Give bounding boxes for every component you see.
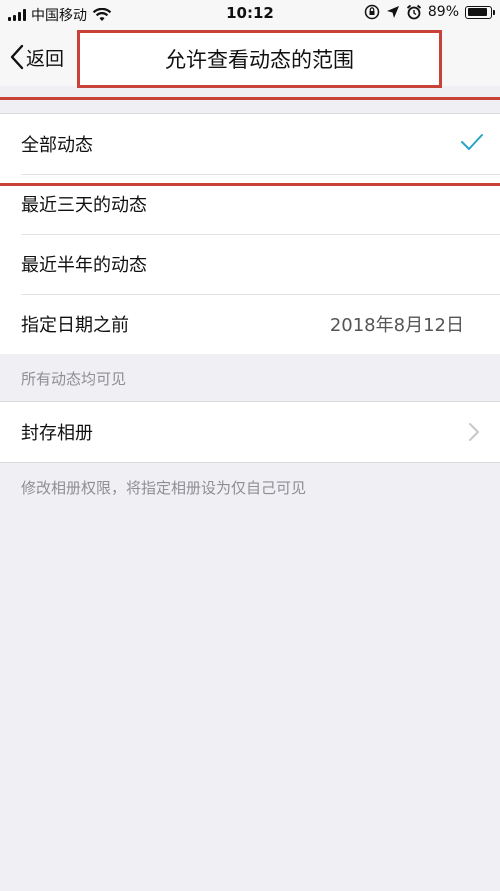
alarm-icon	[406, 4, 421, 20]
checkmark-icon	[461, 134, 483, 150]
title-highlight-box: 允许查看动态的范围	[77, 30, 442, 88]
status-right: 89%	[364, 4, 495, 20]
archive-album-row[interactable]: 封存相册	[0, 402, 500, 462]
option-before-date[interactable]: 指定日期之前 2018年8月12日	[0, 294, 500, 354]
page-title: 允许查看动态的范围	[165, 48, 354, 72]
battery-fill	[467, 8, 488, 16]
battery-icon	[465, 5, 495, 19]
status-bar: 中国移动 10:12 89%	[0, 0, 500, 28]
option-label: 全部动态	[21, 135, 93, 156]
option-label: 最近三天的动态	[21, 195, 147, 216]
option-label: 指定日期之前	[21, 315, 129, 336]
back-label: 返回	[26, 47, 65, 70]
option-all-posts[interactable]: 全部动态	[0, 114, 500, 174]
highlight-line-bottom	[0, 183, 500, 186]
range-options-list: 全部动态 最近三天的动态 最近半年的动态 指定日期之前 2018年8月12日	[0, 113, 500, 354]
nav-bar: 返回 允许查看动态的范围	[0, 28, 500, 88]
highlight-line-top	[0, 97, 500, 100]
selected-date: 2018年8月12日	[329, 315, 464, 336]
location-icon	[386, 6, 399, 18]
option-last-half-year[interactable]: 最近半年的动态	[0, 234, 500, 294]
album-note: 修改相册权限，将指定相册设为仅自己可见	[21, 479, 307, 497]
archive-album-label: 封存相册	[21, 423, 93, 444]
chevron-right-icon	[469, 423, 479, 441]
album-list: 封存相册	[0, 401, 500, 463]
option-label: 最近半年的动态	[21, 255, 147, 276]
rotation-lock-icon	[364, 4, 380, 20]
chevron-left-icon	[10, 44, 24, 70]
back-button[interactable]: 返回	[10, 42, 64, 72]
battery-percent: 89%	[427, 4, 459, 20]
options-note: 所有动态均可见	[21, 370, 127, 388]
